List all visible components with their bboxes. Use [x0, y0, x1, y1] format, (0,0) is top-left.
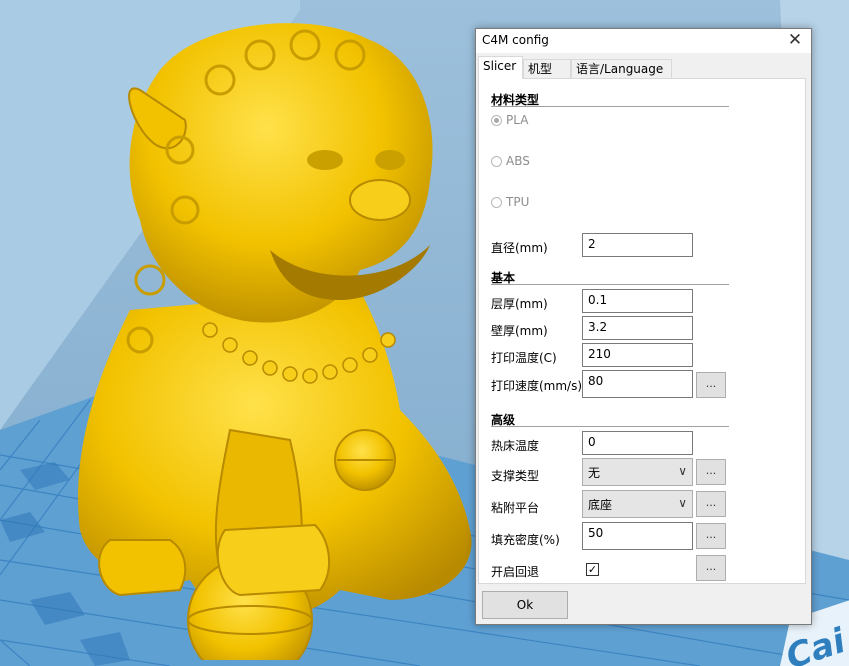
- divider: [491, 284, 729, 285]
- chevron-down-icon: ∨: [678, 496, 687, 510]
- radio-pla[interactable]: PLA: [491, 113, 528, 129]
- print-speed-input[interactable]: 80: [582, 370, 693, 398]
- divider: [491, 426, 729, 427]
- support-type-value: 无: [588, 466, 601, 480]
- layer-height-label: 层厚(mm): [491, 297, 548, 311]
- chevron-down-icon: ∨: [678, 464, 687, 478]
- infill-input[interactable]: 50: [582, 522, 693, 550]
- support-type-select[interactable]: 无 ∨: [582, 458, 693, 486]
- layer-height-input[interactable]: 0.1: [582, 289, 693, 313]
- wall-thickness-input[interactable]: 3.2: [582, 316, 693, 340]
- divider: [491, 106, 729, 107]
- radio-label: TPU: [506, 195, 530, 209]
- foo-dog-model[interactable]: [60, 10, 490, 660]
- adhesion-more-button[interactable]: ...: [696, 491, 726, 517]
- bed-temp-label: 热床温度: [491, 439, 540, 453]
- adhesion-value: 底座: [588, 498, 613, 512]
- config-dialog: C4M config ✕ Slicer 机型 语言/Language 材料类型 …: [475, 28, 812, 625]
- radio-tpu[interactable]: TPU: [491, 195, 529, 211]
- dialog-titlebar[interactable]: C4M config ✕: [476, 29, 811, 53]
- tab-machine[interactable]: 机型: [523, 59, 571, 78]
- infill-more-button[interactable]: ...: [696, 523, 726, 549]
- bed-temp-input[interactable]: 0: [582, 431, 693, 455]
- adhesion-select[interactable]: 底座 ∨: [582, 490, 693, 518]
- tab-language[interactable]: 语言/Language: [571, 59, 672, 78]
- print-temp-label: 打印温度(C): [491, 351, 557, 365]
- print-temp-input[interactable]: 210: [582, 343, 693, 367]
- support-more-button[interactable]: ...: [696, 459, 726, 485]
- tab-slicer[interactable]: Slicer: [478, 56, 523, 79]
- radio-label: PLA: [506, 113, 529, 127]
- retraction-more-button[interactable]: ...: [696, 555, 726, 581]
- retraction-checkbox[interactable]: ✓: [586, 563, 599, 576]
- dialog-client-area: Slicer 机型 语言/Language 材料类型 PLA ABS TPU 直…: [476, 53, 811, 624]
- adhesion-label: 粘附平台: [491, 501, 540, 515]
- print-speed-label: 打印速度(mm/s): [491, 379, 583, 393]
- retraction-label: 开启回退: [491, 565, 540, 579]
- diameter-input[interactable]: 2: [582, 233, 693, 257]
- diameter-label: 直径(mm): [491, 241, 548, 255]
- wall-thickness-label: 壁厚(mm): [491, 324, 548, 338]
- close-icon[interactable]: ✕: [785, 30, 805, 50]
- radio-label: ABS: [506, 154, 530, 168]
- dialog-title: C4M config: [482, 33, 549, 47]
- radio-unchecked-icon: [491, 197, 502, 208]
- print-speed-more-button[interactable]: ...: [696, 372, 726, 398]
- radio-checked-icon: [491, 115, 502, 126]
- radio-unchecked-icon: [491, 156, 502, 167]
- slicer-panel: 材料类型 PLA ABS TPU 直径(mm) 2 基本 层厚(mm) 0.1 …: [478, 78, 806, 584]
- support-type-label: 支撑类型: [491, 469, 540, 483]
- infill-label: 填充密度(%): [491, 533, 560, 547]
- ok-button[interactable]: Ok: [482, 591, 568, 619]
- radio-abs[interactable]: ABS: [491, 154, 530, 170]
